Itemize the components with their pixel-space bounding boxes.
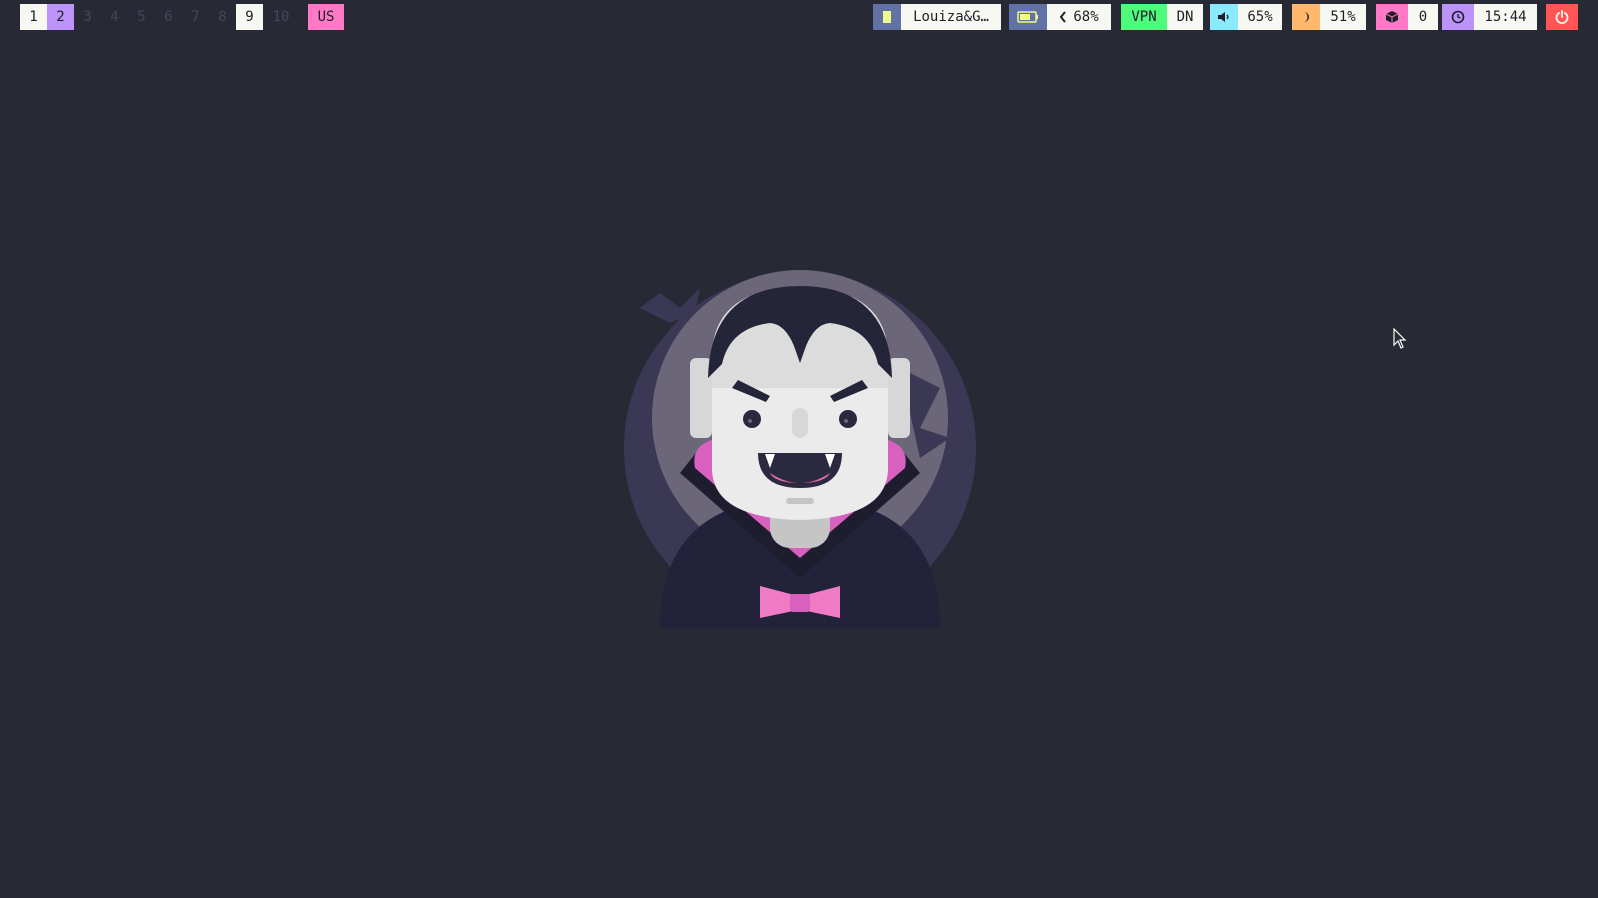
volume-percent: 65% [1238, 4, 1282, 30]
window-title: Louiza&G… [901, 4, 1001, 30]
keyboard-layout[interactable]: US [308, 4, 344, 30]
workspace-2[interactable]: 2 [47, 4, 74, 30]
power-icon [1555, 10, 1569, 24]
vpn-status: DN [1167, 4, 1203, 30]
volume-module[interactable]: 65% [1210, 4, 1282, 30]
clock-module[interactable]: 15:44 [1442, 4, 1537, 30]
updates-module[interactable]: 0 [1376, 4, 1438, 30]
workspace-1[interactable]: 1 [20, 4, 47, 30]
workspace-10[interactable]: 10 [263, 4, 299, 30]
vampire-wallpaper [624, 270, 976, 628]
clock-time: 15:44 [1474, 4, 1537, 30]
battery-icon [1009, 4, 1047, 30]
vpn-module[interactable]: VPN DN [1121, 4, 1203, 30]
workspace-5[interactable]: 5 [128, 4, 155, 30]
workspace-6[interactable]: 6 [155, 4, 182, 30]
moon-icon [1292, 4, 1320, 30]
power-button[interactable] [1546, 4, 1578, 30]
window-icon [873, 4, 901, 30]
battery-module[interactable]: 68% [1009, 4, 1111, 30]
workspace-9[interactable]: 9 [236, 4, 263, 30]
mouse-cursor-icon [1393, 328, 1407, 349]
chevron-left-icon [1060, 11, 1067, 23]
workspace-4[interactable]: 4 [101, 4, 128, 30]
workspace-3[interactable]: 3 [74, 4, 101, 30]
clock-icon [1442, 4, 1474, 30]
battery-percent: 68% [1073, 9, 1099, 25]
status-bar: 1 2 3 4 5 6 7 8 9 10 US Louiza&G… 68% VP… [0, 0, 1598, 32]
brightness-module[interactable]: 51% [1292, 4, 1366, 30]
vpn-label: VPN [1121, 4, 1167, 30]
speaker-icon [1210, 4, 1238, 30]
workspace-7[interactable]: 7 [182, 4, 209, 30]
brightness-percent: 51% [1320, 4, 1366, 30]
window-title-module[interactable]: Louiza&G… [873, 4, 1001, 30]
workspace-8[interactable]: 8 [209, 4, 236, 30]
package-icon [1376, 4, 1408, 30]
updates-count: 0 [1408, 4, 1438, 30]
